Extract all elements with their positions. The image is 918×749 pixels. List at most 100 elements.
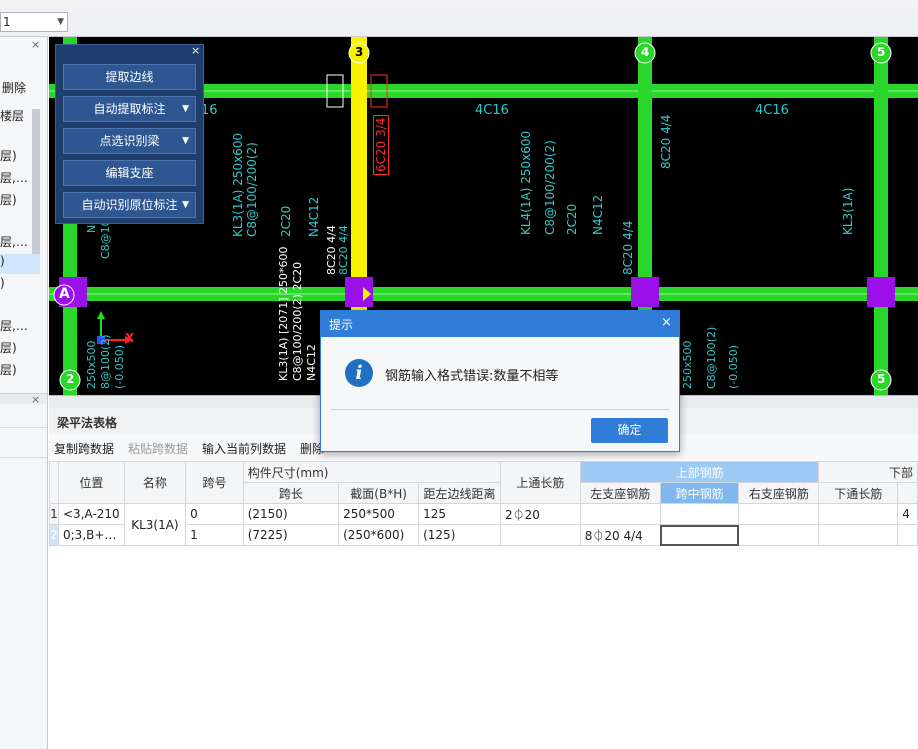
pick-identify-beam-button[interactable]: 点选识别梁 ▼	[63, 128, 196, 154]
auto-extract-label-button[interactable]: 自动提取标注 ▼	[63, 96, 196, 122]
beam-annotation: C8@100/200(2)	[543, 140, 557, 235]
rebar-annotation: 8C20 4/4	[621, 220, 635, 275]
cell-bottom-through[interactable]	[818, 503, 899, 525]
list-item[interactable]: 层,…	[0, 233, 40, 253]
rebar-annotation: 4C16	[755, 103, 789, 118]
beam-annotation: C8@100/200(2) 2C20	[291, 261, 304, 381]
column	[345, 277, 373, 307]
cell-span-length[interactable]: (7225)	[242, 524, 340, 546]
beam-annotation: (-0.050)	[113, 344, 126, 389]
cell-left-support[interactable]	[579, 503, 661, 525]
column-header[interactable]: 位置	[58, 461, 125, 504]
chevron-down-icon[interactable]: ▼	[182, 129, 189, 153]
list-item[interactable]: 层)	[0, 191, 40, 211]
rebar-annotation: 4C16	[475, 103, 509, 118]
cell-span[interactable]: 0	[185, 503, 244, 525]
table-panel-title: 梁平法表格	[57, 416, 118, 430]
column-header[interactable]: 截面(B*H)	[338, 482, 420, 504]
cell-mid-span-active[interactable]	[659, 524, 740, 546]
column-header[interactable]: 名称	[123, 461, 187, 504]
beam-annotation: KL3(1A) 250x600	[231, 132, 245, 237]
divider	[0, 457, 47, 458]
column-header[interactable]: 跨号	[185, 461, 244, 504]
column-group-header: 构件尺寸(mm)	[242, 461, 502, 483]
rebar-annotation: 8C20 4/4	[337, 225, 350, 275]
list-item[interactable]: 层)	[0, 147, 40, 167]
table-row[interactable]: 1 <3,A-210 KL3(1A) 0 (2150) 250*500 125 …	[49, 503, 918, 546]
edit-support-button[interactable]: 编辑支座	[63, 160, 196, 186]
beam-grid: 位置 名称 跨号 构件尺寸(mm) 上通长筋 上部钢筋 下部 跨长 截面(B*H…	[49, 461, 918, 546]
column-header[interactable]: 距左边线距离	[418, 482, 502, 504]
cell-span[interactable]: 1	[185, 524, 244, 546]
paste-span-data-button[interactable]: 粘贴跨数据	[128, 440, 188, 457]
button-label: 提取边线	[105, 70, 154, 84]
delete-button[interactable]: 删除	[2, 79, 26, 96]
axis-label: 5	[877, 372, 886, 386]
cell-right-support[interactable]	[738, 503, 820, 525]
cell-bottom-through[interactable]	[818, 524, 899, 546]
chevron-down-icon[interactable]: ▼	[182, 97, 189, 121]
list-item[interactable]: 层,…	[0, 169, 40, 189]
selected-annotation: 6C20 3/4	[373, 114, 389, 175]
column-header-selected[interactable]: 跨中钢筋	[659, 482, 740, 504]
list-item-selected[interactable]: )	[0, 254, 40, 274]
column-header[interactable]: 右支座钢筋	[738, 482, 820, 504]
column	[867, 277, 895, 307]
cell-left-support[interactable]: 8⏀20 4/4	[579, 524, 661, 546]
recognition-panel: × 提取边线 自动提取标注 ▼ 点选识别梁 ▼ 编辑支座 自动识别原位标注 ▼	[55, 44, 204, 224]
divider	[0, 427, 47, 428]
beam-vertical-5	[874, 37, 888, 395]
cell-section[interactable]: 250*500	[338, 503, 420, 525]
column-header[interactable]: 上通长筋	[500, 461, 581, 504]
cell-span-length[interactable]: (2150)	[242, 503, 340, 525]
close-icon[interactable]: ×	[31, 393, 40, 406]
cell-top-through[interactable]	[500, 524, 581, 546]
beam-annotation: 250x500	[681, 340, 694, 389]
chevron-down-icon[interactable]: ▼	[182, 193, 189, 217]
beam-annotation: N4C12	[305, 344, 318, 381]
copy-span-data-button[interactable]: 复制跨数据	[54, 440, 114, 457]
cell-mid-span[interactable]	[659, 503, 740, 525]
list-item[interactable]: 层,…	[0, 317, 40, 337]
layer-select-value: 1	[3, 15, 11, 29]
list-item[interactable]: )	[0, 276, 40, 296]
cell-section[interactable]: (250*600)	[338, 524, 420, 546]
auto-identify-inplace-button[interactable]: 自动识别原位标注 ▼	[63, 192, 196, 218]
column-header[interactable]: 跨长	[242, 482, 340, 504]
beam-table: 位置 名称 跨号 构件尺寸(mm) 上通长筋 上部钢筋 下部 跨长 截面(B*H…	[49, 461, 918, 749]
list-item[interactable]: 层)	[0, 361, 40, 381]
beam-annotation: N4C12	[307, 196, 321, 237]
dialog-titlebar[interactable]: 提示 ×	[321, 311, 679, 337]
column-header[interactable]: 左支座钢筋	[579, 482, 661, 504]
close-icon[interactable]: ×	[31, 38, 40, 51]
close-icon[interactable]: ×	[191, 44, 200, 57]
close-icon[interactable]: ×	[661, 315, 672, 330]
annotation-group: KL3(1A) 250x600	[231, 133, 245, 237]
cell-edge-distance[interactable]: 125	[418, 503, 502, 525]
layer-select[interactable]: 1 ▼	[0, 12, 68, 32]
button-label: 点选识别梁	[99, 134, 160, 148]
cell-right-support[interactable]	[738, 524, 820, 546]
column-header[interactable]: 下通长筋	[818, 482, 899, 504]
cell-extra[interactable]: 4	[897, 503, 918, 525]
button-label: 编辑支座	[105, 166, 154, 180]
rebar-annotation: 8C20 4/4	[659, 114, 673, 169]
list-item[interactable]: 层)	[0, 339, 40, 359]
corner-cell	[49, 461, 59, 504]
chevron-down-icon[interactable]: ▼	[57, 17, 64, 27]
cell-edge-distance[interactable]: (125)	[418, 524, 502, 546]
alert-dialog: 提示 × i 钢筋输入格式错误:数量不相等 确定	[320, 310, 680, 452]
column-group-header: 上部钢筋	[579, 461, 820, 483]
cell-position[interactable]: <3,A-210	[58, 503, 125, 525]
cell-extra[interactable]	[897, 524, 918, 546]
button-label: 自动识别原位标注	[81, 198, 178, 212]
column	[631, 277, 659, 307]
cell-top-through[interactable]: 2⏀20	[500, 503, 581, 525]
cell-position[interactable]: 0;3,B+…	[58, 524, 125, 546]
beam-annotation: 250x500	[85, 340, 98, 389]
extract-edge-button[interactable]: 提取边线	[63, 64, 196, 90]
cell-name[interactable]: KL3(1A)	[123, 503, 187, 546]
beam-annotation: N4C12	[591, 194, 605, 235]
input-column-data-button[interactable]: 输入当前列数据	[202, 440, 286, 457]
ok-button[interactable]: 确定	[591, 418, 668, 443]
